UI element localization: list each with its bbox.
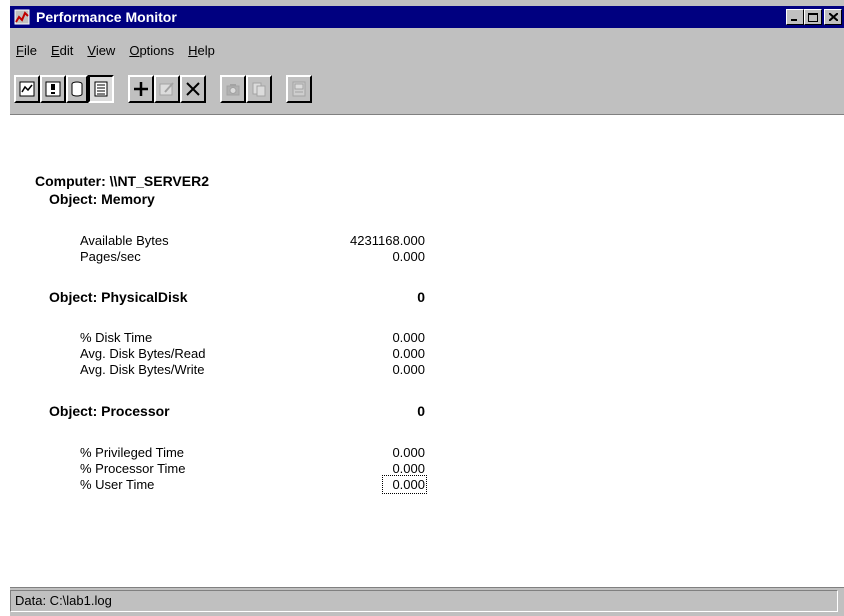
menu-bar: File Edit View Options Help [10, 40, 223, 60]
title-bar[interactable]: Performance Monitor [10, 6, 844, 28]
toolbar [10, 74, 312, 104]
menu-help[interactable]: Help [188, 43, 215, 58]
counter-value-selected[interactable]: 0.000 [285, 475, 427, 494]
report-view[interactable]: Computer: \\NT_SERVER2 Object: Memory Av… [10, 114, 844, 588]
add-counter-icon [134, 82, 148, 96]
instance-label: 0 [417, 403, 425, 419]
instance-label: 0 [417, 289, 425, 305]
performance-monitor-window: Performance Monitor File Edit View Optio… [10, 0, 844, 616]
alert-view-icon [45, 81, 61, 97]
window-title: Performance Monitor [36, 9, 177, 25]
edit-counter-icon [159, 82, 174, 96]
report-view-icon [94, 81, 108, 97]
processor-object-header: Object: Processor [49, 403, 170, 419]
counter-name: % Privileged Time [80, 445, 185, 460]
bookmark-icon [252, 82, 266, 97]
delete-counter-icon [186, 82, 200, 96]
counter-value[interactable]: 0.000 [285, 461, 425, 476]
selected-value-focus[interactable]: 0.000 [382, 475, 427, 494]
close-button[interactable] [824, 9, 842, 25]
counter-name: % Disk Time [80, 330, 153, 345]
options-icon [292, 81, 306, 97]
computer-name: Computer: \\NT_SERVER2 [35, 173, 209, 189]
minimize-icon [791, 19, 797, 21]
maximize-button[interactable] [804, 9, 822, 25]
counter-name: Avg. Disk Bytes/Read [80, 346, 206, 361]
log-view-button[interactable] [66, 75, 88, 103]
status-bar: Data: C:\lab1.log [10, 587, 844, 616]
counter-value[interactable]: 0.000 [285, 445, 425, 460]
delete-counter-button[interactable] [180, 75, 206, 103]
menu-file[interactable]: File [16, 43, 37, 58]
report-view-button[interactable] [88, 75, 114, 103]
update-data-icon [226, 84, 240, 96]
edit-counter-button[interactable] [154, 75, 180, 103]
maximize-icon [808, 12, 818, 22]
counter-value[interactable]: 0.000 [285, 249, 425, 264]
counter-name: Available Bytes [80, 233, 169, 248]
menu-view[interactable]: View [87, 43, 115, 58]
physicaldisk-object-header: Object: PhysicalDisk [49, 289, 188, 305]
counter-value[interactable]: 4231168.000 [285, 233, 425, 248]
alert-view-button[interactable] [40, 75, 66, 103]
close-icon [828, 13, 838, 21]
minimize-button[interactable] [786, 9, 804, 25]
counter-value[interactable]: 0.000 [285, 362, 425, 377]
performance-monitor-app-icon[interactable] [14, 9, 30, 25]
options-button[interactable] [286, 75, 312, 103]
chart-view-icon [19, 81, 35, 97]
menu-options[interactable]: Options [129, 43, 174, 58]
counter-value[interactable]: 0.000 [285, 330, 425, 345]
chart-view-button[interactable] [14, 75, 40, 103]
menu-edit[interactable]: Edit [51, 43, 73, 58]
log-view-icon [71, 81, 83, 97]
counter-value[interactable]: 0.000 [285, 346, 425, 361]
update-data-button[interactable] [220, 75, 246, 103]
counter-name: Avg. Disk Bytes/Write [80, 362, 205, 377]
add-counter-button[interactable] [128, 75, 154, 103]
bookmark-button[interactable] [246, 75, 272, 103]
counter-name: % Processor Time [80, 461, 186, 476]
memory-object-header: Object: Memory [49, 191, 155, 207]
counter-name: Pages/sec [80, 249, 141, 264]
counter-name: % User Time [80, 477, 155, 492]
status-text: Data: C:\lab1.log [10, 590, 838, 612]
